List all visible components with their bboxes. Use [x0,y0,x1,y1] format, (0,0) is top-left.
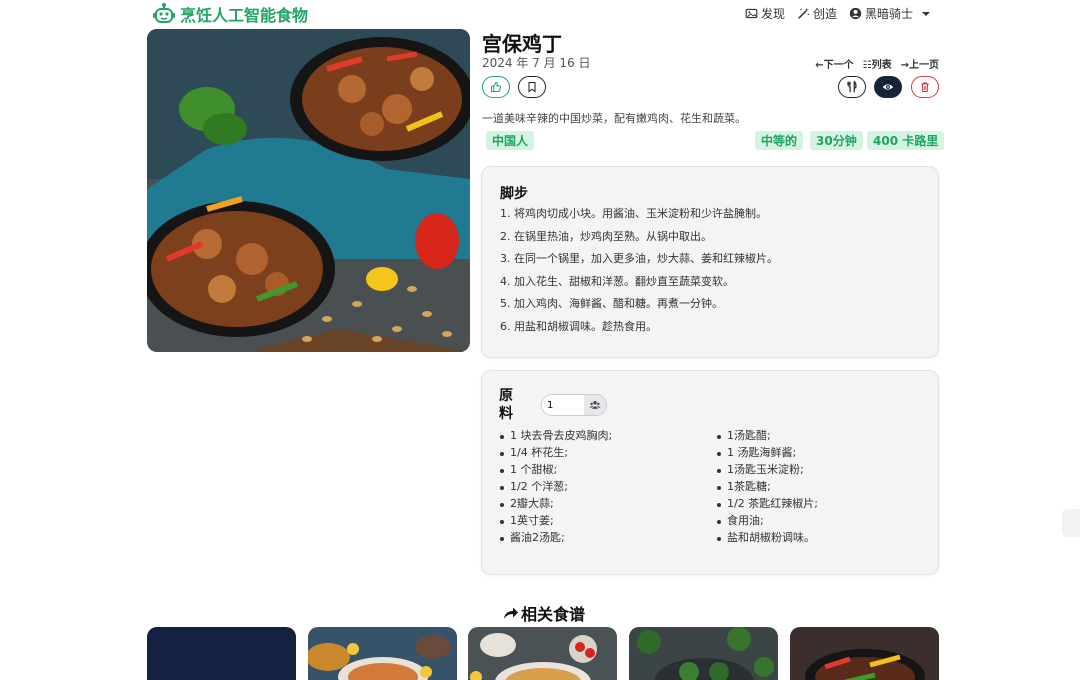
related-recipe-card[interactable] [308,627,457,680]
related-recipe-card[interactable] [629,627,778,680]
ingredient-item: 食用油; [716,514,818,531]
ingredients-title: 原料 [499,388,513,422]
steps-list: 1. 将鸡肉切成小块。用酱油、玉米淀粉和少许盐腌制。 2. 在锅里热油，炒鸡肉至… [500,207,778,343]
ingredient-item: 1茶匙糖; [716,480,818,497]
step-item: 4. 加入花生、甜椒和洋葱。翻炒直至蔬菜变软。 [500,274,734,288]
calories-badge: 400 卡路里 [867,131,945,150]
ingredient-item: 1 汤匙海鲜酱; [716,446,818,463]
brand-name: 烹饪人工智能食物 [180,6,309,25]
ingredient-item: 2瓣大蒜; [499,497,612,514]
user-name: 黑暗骑士 [864,7,913,21]
recipe-title: 宫保鸡丁 [482,32,562,56]
ingredients-card: 原料 1 块去骨去皮鸡胸肉; 1/4 杯花生; 1 个甜椒; 1/2 个洋葱; … [481,370,939,575]
nav-create[interactable]: 创造 [797,5,837,22]
user-circle-icon [849,7,862,20]
step-item: 2. 在锅里热油，炒鸡肉至熟。从锅中取出。 [500,229,712,243]
step-item: 1. 将鸡肉切成小块。用酱油、玉米淀粉和少许盐腌制。 [500,207,767,220]
ingredient-item: 1英寸姜; [499,514,612,531]
share-arrow-icon [504,607,518,619]
time-badge: 30分钟 [810,131,863,150]
recipe-date: 2024 年 7 月 16 日 [482,56,591,70]
nav-discover[interactable]: 发现 [745,5,785,22]
related-recipes-title: 相关食谱 [503,601,585,625]
ingredient-item: 1/2 茶匙红辣椒片; [716,497,818,514]
cuisine-badge: 中国人 [486,131,535,150]
steps-title: 脚步 [500,186,528,202]
ingredients-list-right: 1汤匙醋; 1 汤匙海鲜酱; 1汤匙玉米淀粉; 1茶匙糖; 1/2 茶匙红辣椒片… [716,429,818,548]
bookmark-button[interactable] [518,76,546,98]
delete-button[interactable] [911,76,939,98]
user-menu-dropdown[interactable]: 黑暗骑士 [849,5,930,22]
step-item: 5. 加入鸡肉、海鲜酱、醋和糖。再煮一分钟。 [500,297,723,311]
side-widget-tab[interactable] [1062,509,1080,537]
ingredient-item: 1汤匙醋; [716,429,818,446]
related-recipes-label: 相关食谱 [521,605,586,624]
view-button[interactable] [874,76,902,98]
images-icon [745,8,758,19]
servings-input[interactable] [542,395,584,415]
related-recipe-card[interactable] [468,627,617,680]
ingredients-list-left: 1 块去骨去皮鸡胸肉; 1/4 杯花生; 1 个甜椒; 1/2 个洋葱; 2瓣大… [499,429,612,548]
ingredient-item: 1/2 个洋葱; [499,480,612,497]
eye-icon [882,84,894,90]
servings-control [541,394,607,416]
brand-link[interactable]: 烹饪人工智能食物 [152,2,308,26]
next-recipe-link[interactable]: ←下一个 [815,56,853,71]
trash-icon [921,82,929,93]
ingredient-item: 1 个甜椒; [499,463,612,480]
magic-wand-icon [798,7,810,19]
people-icon [584,395,606,415]
robot-chef-icon [153,3,175,23]
recipe-image [147,29,470,352]
thumbs-up-icon [490,81,502,93]
ingredient-item: 盐和胡椒粉调味。 [716,531,818,548]
ingredient-item: 1/4 杯花生; [499,446,612,463]
ingredient-item: 酱油2汤匙; [499,531,612,548]
bookmark-icon [528,81,536,93]
recipe-list-label: 列表 [871,60,892,71]
step-item: 3. 在同一个锅里，加入更多油，炒大蒜、姜和红辣椒片。 [500,252,778,266]
nav-create-label: 创造 [812,7,837,21]
like-button[interactable] [482,76,510,98]
nav-discover-label: 发现 [760,7,785,21]
ingredient-item: 1 块去骨去皮鸡胸肉; [499,429,612,446]
steps-card: 脚步 1. 将鸡肉切成小块。用酱油、玉米淀粉和少许盐腌制。 2. 在锅里热油，炒… [481,166,939,358]
cook-mode-button[interactable] [838,76,866,98]
recipe-pager: ←下一个 ☷列表 →上一页 [815,56,939,71]
difficulty-badge: 中等的 [755,131,804,150]
related-recipe-card[interactable] [790,627,939,680]
recipe-description: 一道美味辛辣的中国炒菜，配有嫩鸡肉、花生和蔬菜。 [482,112,746,125]
ingredient-item: 1汤匙玉米淀粉; [716,463,818,480]
prev-recipe-link[interactable]: →上一页 [901,56,939,71]
nav-menu: 发现 创造 黑暗骑士 [745,5,930,22]
related-recipe-card[interactable] [147,627,296,680]
utensils-icon [847,81,857,93]
step-item: 6. 用盐和胡椒调味。趁热食用。 [500,319,657,333]
navbar: 烹饪人工智能食物 发现 创造 黑暗骑士 [0,0,1080,28]
chevron-down-icon [922,11,930,16]
recipe-list-link[interactable]: ☷列表 [863,56,892,71]
